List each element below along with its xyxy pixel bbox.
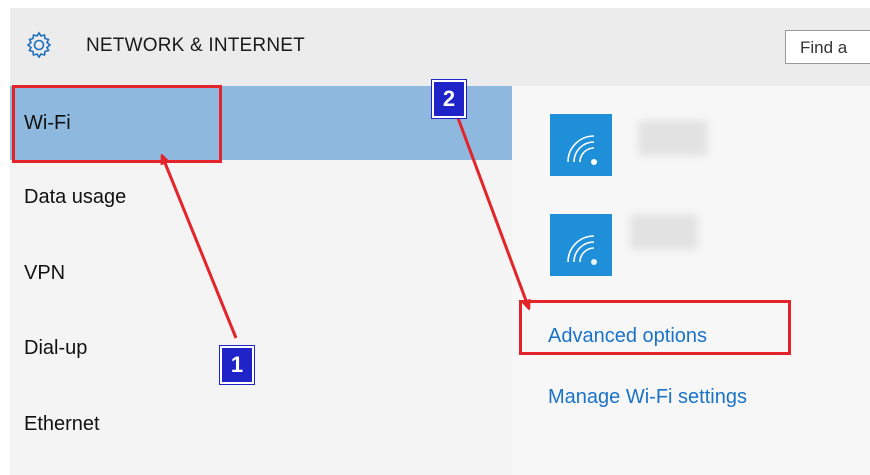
- arrow-1: [163, 158, 238, 339]
- arrow-2: [456, 117, 528, 306]
- annotation-badge-2: 2: [432, 80, 466, 118]
- annotation-arrows: [0, 117, 870, 339]
- annotation-badge-1: 1: [220, 346, 254, 384]
